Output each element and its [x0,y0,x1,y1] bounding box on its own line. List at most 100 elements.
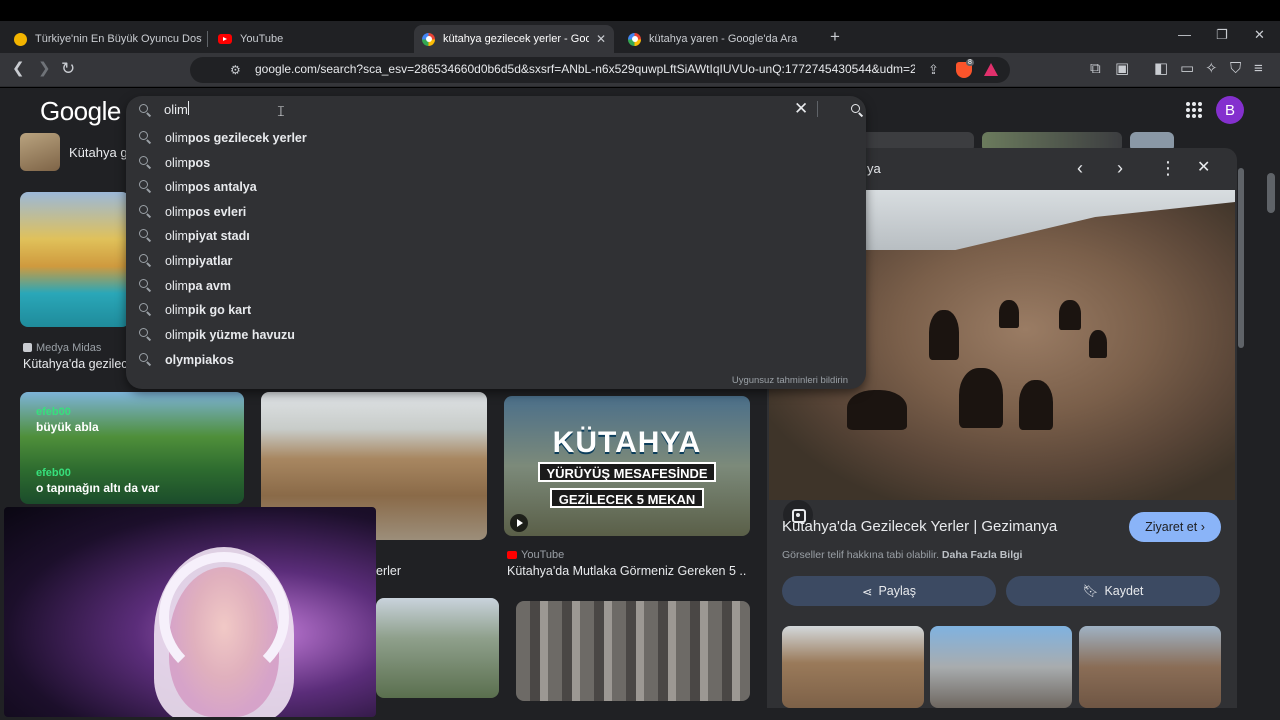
result-image-6[interactable] [516,601,750,701]
suggestion-text: olympiakos [165,353,234,367]
suggestion-item[interactable]: olimpos [126,151,866,175]
suggestion-text: olimpos gezilecek yerler [165,131,307,145]
chat-message: efeb00 büyük abla [36,406,99,434]
search-input[interactable] [164,100,764,118]
tab-kutahya-yaren[interactable]: kütahya yaren - Google'da Ara [620,25,820,53]
clear-icon[interactable]: ✕ [794,99,808,119]
more-options-icon[interactable]: ⋮ [1159,158,1177,178]
thumbnail-title: KÜTAHYA [552,426,702,459]
tab-label: kütahya gezilecek yerler - Googl [443,33,589,45]
reader-mode-icon[interactable]: ▣ [1115,60,1129,78]
share-page-icon[interactable]: ⇪ [928,62,939,78]
tab-youtube[interactable]: YouTube [210,25,406,53]
result-title[interactable]: erler [376,564,401,578]
tab-kutahya-gezilecek[interactable]: kütahya gezilecek yerler - Googl ✕ [414,25,614,53]
suggestion-item[interactable]: olimpos gezilecek yerler [126,126,866,150]
share-button[interactable]: ⋖ Paylaş [782,576,996,606]
search-icon [126,278,164,294]
address-bar[interactable]: ⚙ google.com/search?sca_esv=286534660d0b… [190,57,1010,83]
text-caret [188,101,189,115]
back-icon[interactable]: ❮ [12,60,25,78]
search-submit-icon[interactable] [851,104,863,116]
save-button[interactable]: 🔖︎ Kaydet [1006,576,1220,606]
visit-button[interactable]: Ziyaret et › [1129,512,1221,542]
result-source: Medya Midas [23,342,101,354]
chat-message: efeb00 o tapınağın altı da var [36,467,160,495]
youtube-favicon-icon [218,34,232,44]
bookmark-icon: 🔖︎ [1082,583,1099,598]
tab-bar: Türkiye'nin En Büyük Oyuncu Dostu / YouT… [0,21,1280,53]
extensions-icon[interactable]: ⧉ [1090,60,1101,78]
ibeam-cursor-icon: 𝙸 [276,103,286,119]
google-logo[interactable]: Google [40,96,121,127]
menu-icon[interactable]: ≡ [1254,60,1263,78]
forward-icon[interactable]: ❯ [38,60,51,78]
brave-rewards-icon[interactable] [984,63,998,76]
thumbnail-caption: YÜRÜYÜŞ MESAFESİNDE [538,462,716,482]
result-image-4[interactable]: KÜTAHYA YÜRÜYÜŞ MESAFESİNDE GEZİLECEK 5 … [504,396,750,536]
reload-icon[interactable]: ↻ [61,60,75,78]
google-favicon-icon [422,32,435,46]
suggestion-item[interactable]: olimpik yüzme havuzu [126,323,866,347]
previous-icon[interactable]: ‹ [1077,158,1083,178]
restore-button[interactable]: ❐ [1216,27,1228,43]
avatar[interactable]: B [1216,96,1244,124]
suggestion-text: olimpiyatlar [165,254,233,268]
leo-ai-icon[interactable]: ✧ [1205,60,1218,78]
suggestion-text: olimpos [165,156,211,170]
suggestion-item[interactable]: olimpa avm [126,274,866,298]
share-icon: ⋖ [861,584,873,599]
suggestion-item[interactable]: olympiakos [126,348,866,372]
tab-label: kütahya yaren - Google'da Ara [649,33,798,45]
result-title[interactable]: Kütahya'da Mutlaka Görmeniz Gereken 5 ..… [507,564,747,578]
wallet-icon[interactable]: ▭ [1180,60,1194,78]
search-icon [126,130,164,146]
next-icon[interactable]: › [1117,158,1123,178]
suggestion-item[interactable]: olimpik go kart [126,298,866,322]
suggestion-item[interactable]: olimpos antalya [126,175,866,199]
suggestion-item[interactable]: olimpos evleri [126,200,866,224]
new-tab-button[interactable]: + [830,27,840,47]
related-image[interactable] [782,626,924,708]
site-info-icon[interactable]: ⚙ [230,63,244,77]
page-scrollbar[interactable] [1265,88,1277,720]
google-apps-icon[interactable] [1186,102,1202,118]
close-icon[interactable]: ✕ [1197,158,1210,178]
url-text[interactable]: google.com/search?sca_esv=286534660d0b6d… [255,62,915,76]
result-title[interactable]: Kütahya'da gezilec [23,357,128,371]
search-icon [126,253,164,269]
close-window-button[interactable]: ✕ [1254,27,1265,43]
vpn-icon[interactable]: ⛉ [1230,60,1241,78]
sidebar-icon[interactable]: ◧ [1154,60,1168,78]
chip-thumbnail [20,133,60,171]
tab-separator [207,31,208,47]
result-image-1[interactable] [20,192,130,327]
minimize-button[interactable]: — [1178,27,1191,42]
tab-close-icon[interactable]: ✕ [590,32,606,46]
suggestion-text: olimpiyat stadı [165,229,250,243]
site-favicon-icon [14,32,27,46]
suggestion-item[interactable]: olimpiyatlar [126,249,866,273]
preview-title[interactable]: Kütahya'da Gezilecek Yerler | Gezimanya [782,518,1057,535]
shields-count-badge: 8 [966,59,974,66]
play-icon [510,514,528,532]
related-image[interactable] [1079,626,1221,708]
tab-label: Türkiye'nin En Büyük Oyuncu Dostu / [35,33,202,45]
panel-scrollbar[interactable] [1237,148,1245,678]
suggestion-text: olimpa avm [165,279,232,293]
suggestion-text: olimpos antalya [165,180,257,194]
search-icon [126,327,164,343]
related-image[interactable] [930,626,1072,708]
report-predictions-link[interactable]: Uygunsuz tahminleri bildirin [732,375,848,386]
copyright-notice: Görseller telif hakkına tabi olabilir. D… [782,549,1023,561]
tab-oyuncu[interactable]: Türkiye'nin En Büyük Oyuncu Dostu / [6,25,202,53]
suggestion-item[interactable]: olimpiyat stadı [126,224,866,248]
more-info-link[interactable]: Daha Fazla Bilgi [942,549,1023,561]
thumbnail-caption: GEZİLECEK 5 MEKAN [550,488,704,508]
divider [817,101,818,117]
top-strip [0,0,1280,21]
result-image-5[interactable] [376,598,499,698]
search-icon [126,204,164,220]
search-icon [126,179,164,195]
google-favicon-icon [628,32,641,46]
